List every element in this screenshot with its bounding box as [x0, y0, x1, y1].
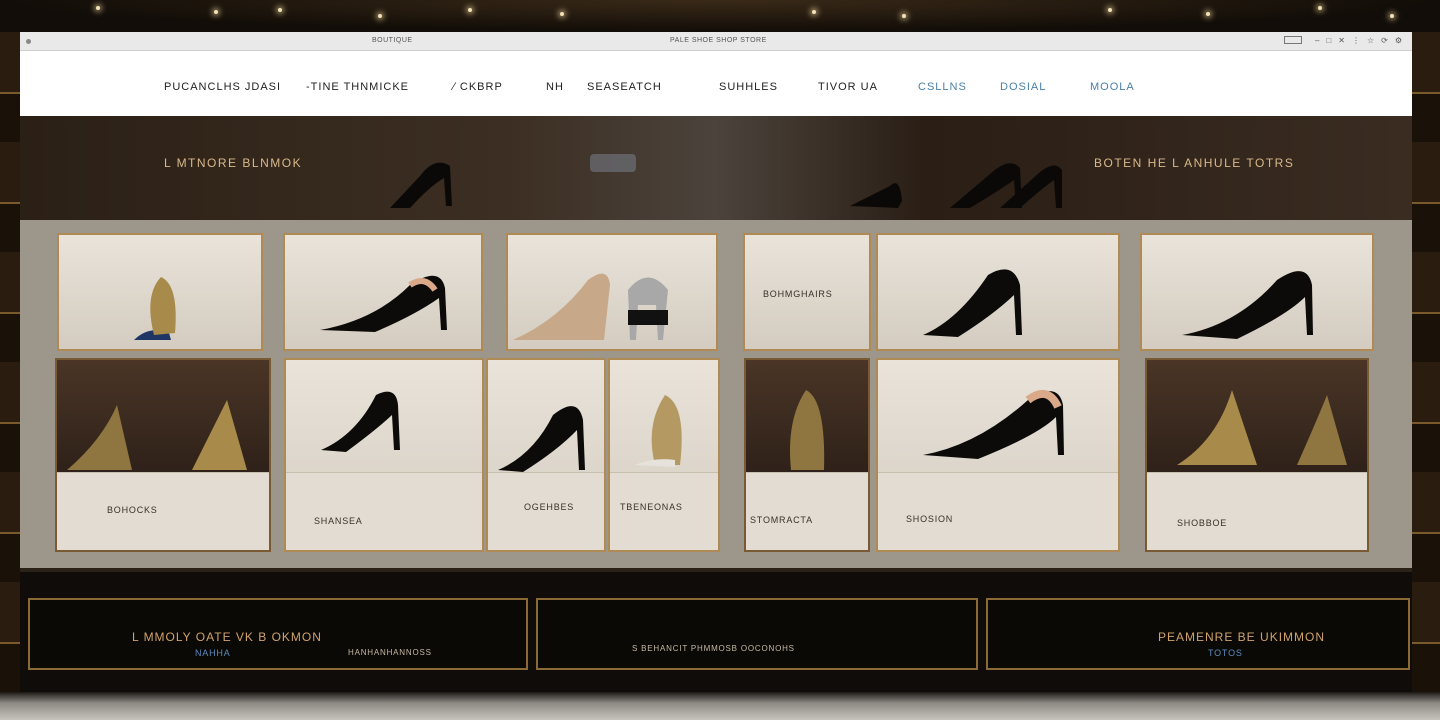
- product-shoe-image: [923, 269, 1022, 337]
- product-label: SHOSION: [906, 514, 954, 524]
- nav-item-ckbrp[interactable]: ∕ CKBRP: [453, 81, 503, 93]
- product-shoe-image: [320, 275, 447, 332]
- product-label: TBENEONAS: [620, 502, 683, 512]
- nav-item-dosial[interactable]: DOSIAL: [1000, 81, 1046, 93]
- star-icon[interactable]: ☆: [1367, 36, 1374, 45]
- product-card[interactable]: TBENEONAS: [608, 358, 720, 552]
- product-card[interactable]: [876, 233, 1120, 351]
- browser-tab[interactable]: BOUTIQUE: [372, 37, 413, 44]
- footer-panel-center: S BEHANCIT PHMMOSB OOCONOHS: [536, 598, 978, 670]
- product-shoe-image: [635, 395, 682, 467]
- footer-right-title: PEAMENRE BE UKIMMON: [1158, 630, 1326, 644]
- product-label: BOHOCKS: [107, 505, 158, 515]
- footer-center-text: S BEHANCIT PHMMOSB OOCONOHS: [632, 644, 795, 653]
- footer-panel-left: L MMOLY OATE VK B OKMON NAHHA HANHANHANN…: [28, 598, 528, 670]
- browser-menu-icon[interactable]: [26, 38, 31, 44]
- settings-icon[interactable]: ⚙: [1395, 36, 1402, 45]
- product-shoe-image: [1177, 390, 1347, 465]
- nav-item-cslls[interactable]: CSLLNS: [918, 81, 967, 93]
- nav-item-tivor[interactable]: TIVOR UA: [818, 81, 878, 93]
- minimize-icon[interactable]: –: [1315, 36, 1319, 45]
- hero-banner: L MTNORE BLNMOK BOTEN HE L ANHULE TOTRS: [20, 116, 1412, 220]
- product-card[interactable]: SHOSION: [876, 358, 1120, 552]
- product-shoe-image: [134, 277, 176, 340]
- product-card[interactable]: [57, 233, 263, 351]
- product-card[interactable]: [283, 233, 483, 351]
- footer-right-link[interactable]: TOTOS: [1208, 648, 1243, 658]
- nav-item-suhhles[interactable]: SUHHLES: [719, 81, 778, 93]
- hero-shoes-display: [850, 163, 1062, 208]
- nav-brand[interactable]: PUCANCLHS JDASI: [164, 81, 281, 93]
- hero-left-title: L MTNORE BLNMOK: [164, 156, 303, 170]
- hero-shoe-image: [390, 162, 452, 208]
- address-bar[interactable]: PALE SHOE SHOP STORE: [670, 37, 767, 44]
- product-label: SHANSEA: [314, 516, 363, 526]
- reload-icon[interactable]: ⟳: [1381, 36, 1388, 45]
- product-label: SHOBBOE: [1177, 518, 1228, 528]
- product-shoe-image: [67, 400, 247, 470]
- product-card[interactable]: BOHOCKS: [55, 358, 271, 552]
- window-controls: – □ ✕ ⋮ ☆ ⟳ ⚙: [1283, 36, 1402, 45]
- product-shoe-image: [498, 406, 585, 472]
- product-shoe-image: [321, 391, 400, 452]
- browser-chrome: BOUTIQUE PALE SHOE SHOP STORE – □ ✕ ⋮ ☆ …: [20, 32, 1412, 51]
- footer-panel-right: PEAMENRE BE UKIMMON TOTOS: [986, 598, 1410, 670]
- close-icon[interactable]: ✕: [1338, 36, 1345, 45]
- product-shoe-image: [923, 389, 1064, 459]
- window-size-icon[interactable]: [1283, 36, 1302, 44]
- more-icon[interactable]: ⋮: [1352, 36, 1360, 45]
- nav-item-moola[interactable]: MOOLA: [1090, 81, 1135, 93]
- hero-right-title: BOTEN HE L ANHULE TOTRS: [1094, 156, 1295, 170]
- product-card[interactable]: [1140, 233, 1374, 351]
- product-card[interactable]: STOMRACTA: [744, 358, 870, 552]
- product-label: BOHMGHAIRS: [763, 289, 833, 299]
- nav-item-nh[interactable]: NH: [546, 81, 564, 93]
- left-display-shelf: [0, 32, 20, 692]
- footer-left-subtext: HANHANHANNOSS: [348, 648, 432, 657]
- product-shoe-image: [790, 390, 825, 470]
- floor: [0, 692, 1440, 720]
- product-card[interactable]: OGEHBES: [486, 358, 606, 552]
- product-shoe-image: [1182, 271, 1313, 339]
- hero-badge: [590, 154, 636, 172]
- nav-item-search[interactable]: SEASEATCH: [587, 81, 662, 93]
- product-grid: BOHMGHAIRS BOHOCKS SHANSEA OGEHBES TBENE…: [20, 220, 1412, 568]
- ceiling-lights: [0, 0, 1440, 32]
- footer-left-link[interactable]: NAHHA: [195, 648, 231, 658]
- product-card[interactable]: [506, 233, 718, 351]
- footer-left-title: L MMOLY OATE VK B OKMON: [132, 630, 322, 644]
- right-display-shelf: [1412, 32, 1440, 692]
- footer: L MMOLY OATE VK B OKMON NAHHA HANHANHANN…: [20, 568, 1412, 692]
- product-label: STOMRACTA: [750, 515, 813, 525]
- maximize-icon[interactable]: □: [1326, 36, 1331, 45]
- nav-item-thnmicke[interactable]: -TINE THNMICKE: [306, 81, 409, 93]
- product-card[interactable]: SHOBBOE: [1145, 358, 1369, 552]
- product-card[interactable]: SHANSEA: [284, 358, 484, 552]
- main-nav: PUCANCLHS JDASI -TINE THNMICKE ∕ CKBRP N…: [20, 51, 1412, 116]
- product-label: OGEHBES: [524, 502, 575, 512]
- product-card[interactable]: BOHMGHAIRS: [743, 233, 871, 351]
- product-shoe-image: [513, 273, 668, 340]
